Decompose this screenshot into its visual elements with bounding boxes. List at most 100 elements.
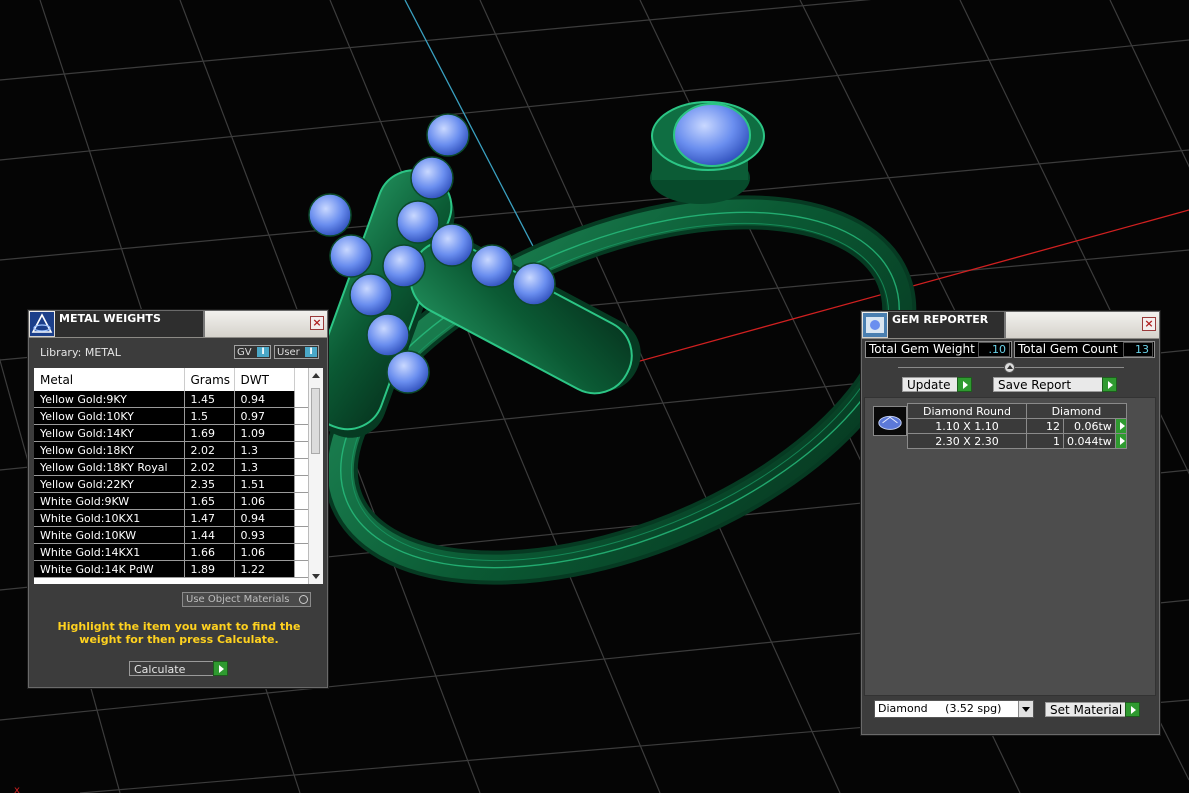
scroll-up-icon[interactable]	[312, 373, 320, 378]
play-arrow-icon	[213, 661, 228, 676]
metal-table-row[interactable]: White Gold:10KW 1.44 0.93	[34, 526, 308, 544]
report-slider-knob[interactable]	[1004, 362, 1015, 373]
play-arrow-icon	[1102, 377, 1117, 392]
toggle-indicator-icon: I	[257, 347, 269, 357]
update-label: Update	[907, 378, 951, 392]
column-header-grams[interactable]: Grams	[184, 368, 235, 391]
metal-grams: 1.47	[184, 509, 235, 527]
column-header-metal[interactable]: Metal	[34, 368, 185, 391]
gem-size: 1.10 X 1.10	[907, 418, 1027, 434]
scroll-thumb[interactable]	[311, 388, 320, 454]
metal-weights-panel: METAL WEIGHTS × Library: METAL GV I User I…	[28, 310, 328, 688]
metal-name: White Gold:14K PdW	[34, 560, 185, 578]
metal-name: Yellow Gold:14KY	[34, 424, 185, 442]
metal-dwt: 1.3	[234, 441, 295, 459]
metal-table-row[interactable]: White Gold:9KW 1.65 1.06	[34, 492, 308, 510]
gem-size: 2.30 X 2.30	[907, 433, 1027, 449]
use-object-materials-label: Use Object Materials	[186, 594, 290, 605]
metal-name: Yellow Gold:10KY	[34, 407, 185, 425]
metal-name: White Gold:10KW	[34, 526, 185, 544]
gem-count: 12	[1026, 418, 1064, 434]
gem-reporter-panel: GEM REPORTER × Total Gem Weight .10 Tota…	[861, 311, 1160, 735]
total-gem-count-text: Total Gem Count	[1018, 342, 1118, 356]
gv-toggle-label: GV	[237, 347, 252, 358]
material-select[interactable]: Diamond (3.52 spg)	[874, 700, 1034, 718]
metal-table-row[interactable]: Yellow Gold:18KY Royal 2.02 1.3	[34, 458, 308, 476]
instruction-text: Highlight the item you want to find the …	[57, 620, 301, 646]
use-object-materials-checkbox[interactable]: Use Object Materials	[182, 592, 311, 607]
metal-dwt: 1.06	[234, 543, 295, 561]
metal-dwt: 0.97	[234, 407, 295, 425]
row-padding	[294, 526, 308, 544]
metal-weights-app-icon	[30, 312, 54, 336]
metal-name: White Gold:10KX1	[34, 509, 185, 527]
row-padding	[294, 560, 308, 578]
row-padding	[294, 492, 308, 510]
metal-grams: 2.02	[184, 458, 235, 476]
calculate-button[interactable]: Calculate	[129, 661, 228, 676]
metal-dwt: 0.94	[234, 391, 295, 408]
gem-material-header: Diamond	[1026, 403, 1127, 419]
user-toggle-label: User	[277, 347, 300, 358]
gv-toggle[interactable]: GV I	[234, 345, 271, 359]
gem-reporter-title: GEM REPORTER	[888, 312, 1006, 338]
metal-table-row[interactable]: Yellow Gold:9KY 1.45 0.94	[34, 391, 308, 408]
user-toggle[interactable]: User I	[274, 345, 319, 359]
metal-grams: 1.5	[184, 407, 235, 425]
row-padding	[294, 391, 308, 408]
metal-grams: 2.02	[184, 441, 235, 459]
gem-reporter-app-icon	[863, 313, 887, 337]
row-padding	[294, 475, 308, 493]
metal-name: White Gold:14KX1	[34, 543, 185, 561]
row-padding	[294, 458, 308, 476]
metal-name: Yellow Gold:9KY	[34, 391, 185, 408]
total-gem-weight-text: Total Gem Weight	[869, 342, 975, 356]
toggle-indicator-icon: I	[305, 347, 317, 357]
metal-table-row[interactable]: White Gold:10KX1 1.47 0.94	[34, 509, 308, 527]
metal-table-row[interactable]: White Gold:14KX1 1.66 1.06	[34, 543, 308, 561]
metal-table-row[interactable]: Yellow Gold:14KY 1.69 1.09	[34, 424, 308, 442]
scroll-down-icon[interactable]	[312, 574, 320, 579]
metal-name: Yellow Gold:22KY	[34, 475, 185, 493]
set-material-button[interactable]: Set Material	[1045, 702, 1140, 717]
metal-table-row[interactable]: Yellow Gold:10KY 1.5 0.97	[34, 407, 308, 425]
metal-dwt: 1.51	[234, 475, 295, 493]
save-report-button[interactable]: Save Report	[993, 377, 1117, 392]
total-gem-weight-value: .10	[978, 342, 1010, 357]
gem-report-row[interactable]: 1.10 X 1.10 12 0.06tw	[907, 418, 1127, 434]
gem-weight: 0.044tw	[1063, 433, 1116, 449]
set-material-label: Set Material	[1050, 703, 1123, 717]
metal-dwt: 1.22	[234, 560, 295, 578]
gem-reporter-titlebar[interactable]: GEM REPORTER ×	[862, 312, 1159, 339]
metal-table[interactable]: Metal Grams DWT Yellow Gold:9KY 1.45 0.94 Y…	[34, 368, 308, 584]
row-padding	[294, 543, 308, 561]
gem-shape-header: Diamond Round	[907, 403, 1027, 419]
close-icon[interactable]: ×	[1142, 317, 1156, 331]
select-arrow-icon[interactable]	[1114, 418, 1127, 434]
metal-weights-title: METAL WEIGHTS	[55, 311, 205, 337]
update-button[interactable]: Update	[902, 377, 972, 392]
row-padding	[294, 407, 308, 425]
gem-report-table[interactable]: Diamond Round Diamond 1.10 X 1.10 12 0.0…	[907, 403, 1127, 449]
metal-table-row[interactable]: Yellow Gold:22KY 2.35 1.51	[34, 475, 308, 493]
metal-name: White Gold:9KW	[34, 492, 185, 510]
gem-thumbnail-icon	[873, 406, 907, 436]
metal-table-row[interactable]: White Gold:14K PdW 1.89 1.22	[34, 560, 308, 578]
chevron-down-icon[interactable]	[1018, 701, 1033, 717]
select-arrow-icon[interactable]	[1114, 433, 1127, 449]
svg-text:x: x	[14, 785, 20, 793]
metal-table-scrollbar[interactable]	[308, 368, 323, 584]
row-padding	[294, 509, 308, 527]
metal-weights-titlebar[interactable]: METAL WEIGHTS ×	[29, 311, 327, 338]
column-header-dwt[interactable]: DWT	[234, 368, 295, 391]
metal-table-row[interactable]: Yellow Gold:18KY 2.02 1.3	[34, 441, 308, 459]
play-arrow-icon	[1125, 702, 1140, 717]
metal-grams: 1.69	[184, 424, 235, 442]
metal-grams: 1.65	[184, 492, 235, 510]
gem-report-row[interactable]: 2.30 X 2.30 1 0.044tw	[907, 433, 1127, 449]
close-icon[interactable]: ×	[310, 316, 324, 330]
row-padding	[294, 441, 308, 459]
metal-name: Yellow Gold:18KY	[34, 441, 185, 459]
metal-grams: 1.44	[184, 526, 235, 544]
gem-report-area[interactable]: Diamond Round Diamond 1.10 X 1.10 12 0.0…	[864, 397, 1156, 696]
